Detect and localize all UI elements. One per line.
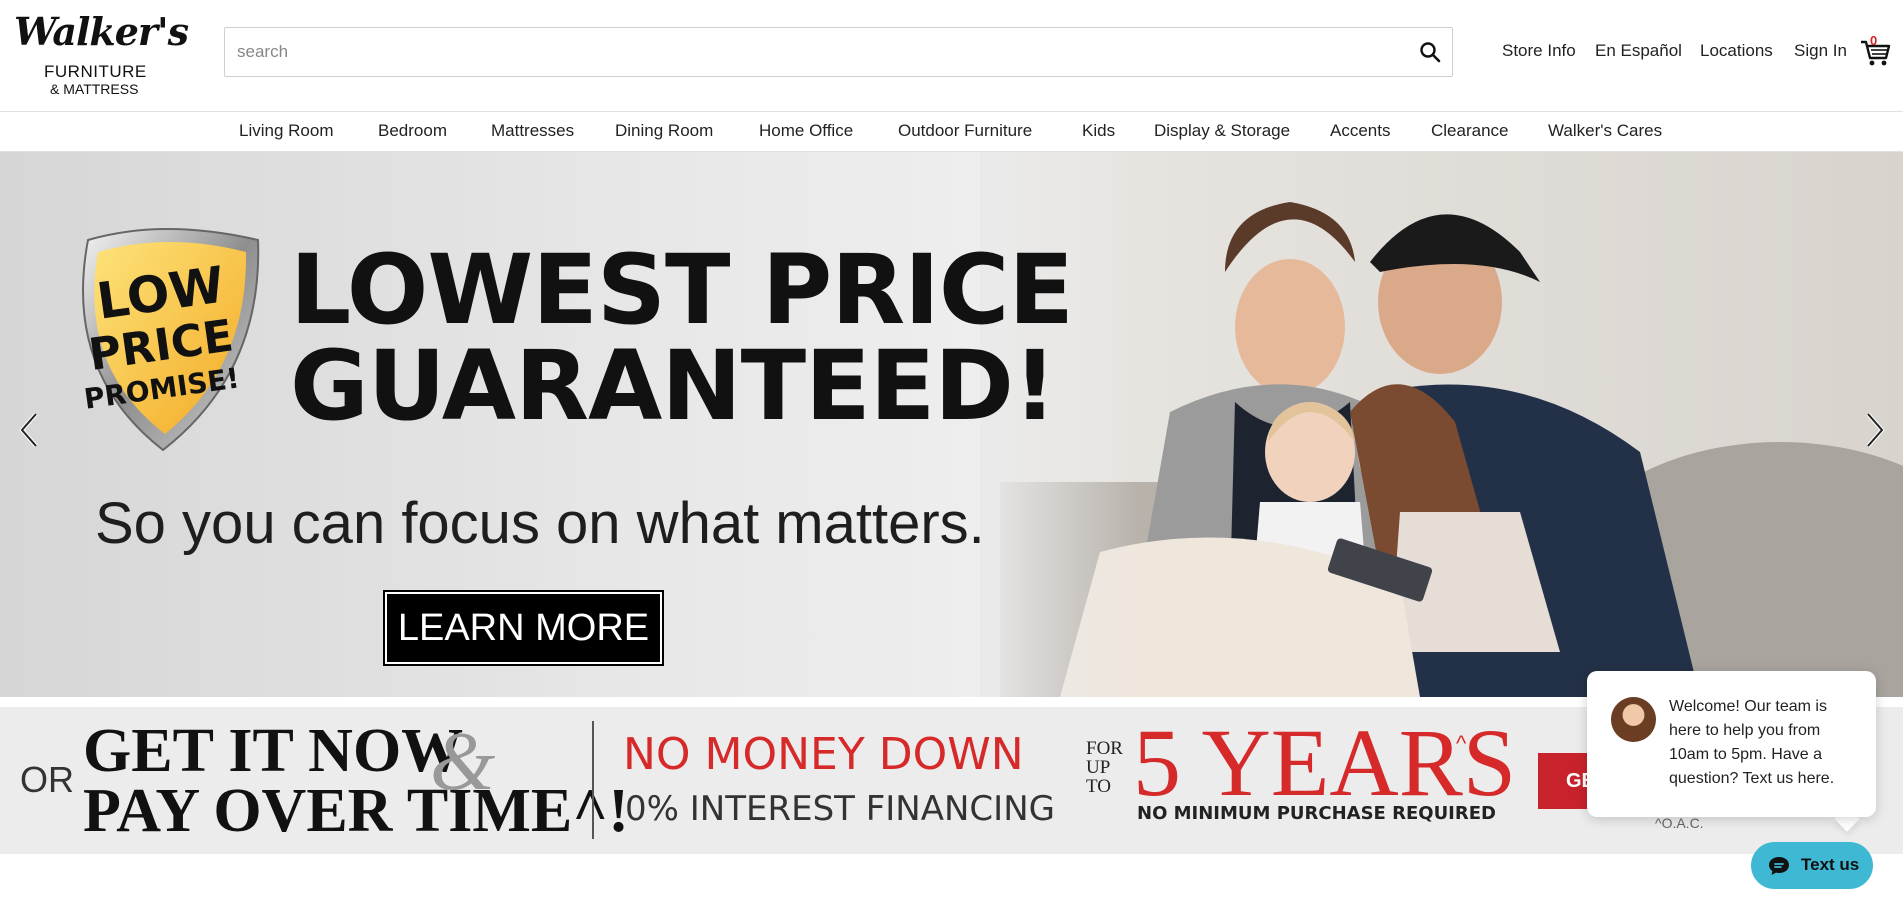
learn-more-button[interactable]: LEARN MORE: [383, 590, 664, 666]
agent-avatar: [1611, 697, 1656, 742]
logo-line-mattress: & MATTRESS: [50, 81, 139, 97]
promo-interest: 0% INTEREST FINANCING: [625, 789, 1055, 829]
locations-link[interactable]: Locations: [1700, 41, 1773, 61]
store-info-link[interactable]: Store Info: [1502, 41, 1576, 61]
carousel-next-icon[interactable]: [1860, 410, 1890, 450]
promo-get-it-line2: PAY OVER TIME^!: [83, 777, 629, 845]
nav-bedroom[interactable]: Bedroom: [378, 121, 447, 141]
headline-line-2: GUARANTEED!: [290, 330, 1057, 442]
hero-headline: LOWEST PRICE GUARANTEED!: [290, 234, 1074, 442]
logo[interactable]: Walker's FURNITURE & MATTRESS: [14, 10, 189, 100]
main-nav: Living Room Bedroom Mattresses Dining Ro…: [0, 111, 1903, 152]
promo-get-it-line1: GET IT NOW: [83, 717, 464, 785]
nav-dining-room[interactable]: Dining Room: [615, 121, 713, 141]
search-input[interactable]: [237, 28, 1397, 76]
sign-in-link[interactable]: Sign In: [1794, 41, 1847, 61]
promo-divider: [592, 721, 594, 839]
promo-ampersand: &: [430, 715, 496, 808]
nav-mattresses[interactable]: Mattresses: [491, 121, 574, 141]
text-us-button[interactable]: Text us: [1751, 842, 1873, 889]
hero-banner[interactable]: LOW PRICE PROMISE! LOWEST PRICE GUARANTE…: [0, 152, 1903, 697]
promo-get-it-now: GET IT NOW PAY OVER TIME^!: [83, 717, 629, 845]
chat-welcome-message: Welcome! Our team is here to help you fr…: [1669, 698, 1835, 787]
logo-line-furniture: FURNITURE: [44, 62, 147, 81]
carousel-prev-icon[interactable]: [14, 410, 44, 450]
nav-accents[interactable]: Accents: [1330, 121, 1390, 141]
nav-kids[interactable]: Kids: [1082, 121, 1115, 141]
promo-up: UP: [1086, 757, 1111, 778]
chat-icon: [1769, 857, 1789, 875]
logo-wordmark: Walker's: [14, 9, 189, 54]
nav-home-office[interactable]: Home Office: [759, 121, 853, 141]
promo-to: TO: [1086, 776, 1111, 797]
chat-welcome-bubble[interactable]: Welcome! Our team is here to help you fr…: [1587, 671, 1876, 817]
hero-subline: So you can focus on what matters.: [95, 491, 985, 556]
search-bar: [224, 27, 1453, 77]
promo-for: FOR: [1086, 738, 1123, 759]
promo-no-money-down: NO MONEY DOWN: [623, 729, 1024, 780]
en-espanol-link[interactable]: En Español: [1595, 41, 1682, 61]
promo-or: OR: [20, 759, 74, 800]
promo-for-up-to: FOR UP TO: [1086, 739, 1123, 796]
nav-clearance[interactable]: Clearance: [1431, 121, 1509, 141]
text-us-label: Text us: [1801, 855, 1860, 874]
search-icon[interactable]: [1418, 40, 1442, 64]
promo-5-years: 5 YEARS: [1133, 709, 1517, 816]
site-header: Walker's FURNITURE & MATTRESS Store Info…: [0, 0, 1903, 111]
nav-living-room[interactable]: Living Room: [239, 121, 334, 141]
nav-display-storage[interactable]: Display & Storage: [1154, 121, 1290, 141]
low-price-promise-badge: LOW PRICE PROMISE!: [82, 228, 260, 452]
promo-no-minimum: NO MINIMUM PURCHASE REQUIRED: [1137, 803, 1496, 824]
promo-oac: ^O.A.C.: [1655, 815, 1704, 831]
cart-count-badge: 0: [1870, 33, 1878, 48]
headline-line-1: LOWEST PRICE: [290, 234, 1074, 346]
promo-caret: ^: [1456, 731, 1467, 756]
nav-outdoor-furniture[interactable]: Outdoor Furniture: [898, 121, 1032, 141]
nav-walkers-cares[interactable]: Walker's Cares: [1548, 121, 1662, 141]
